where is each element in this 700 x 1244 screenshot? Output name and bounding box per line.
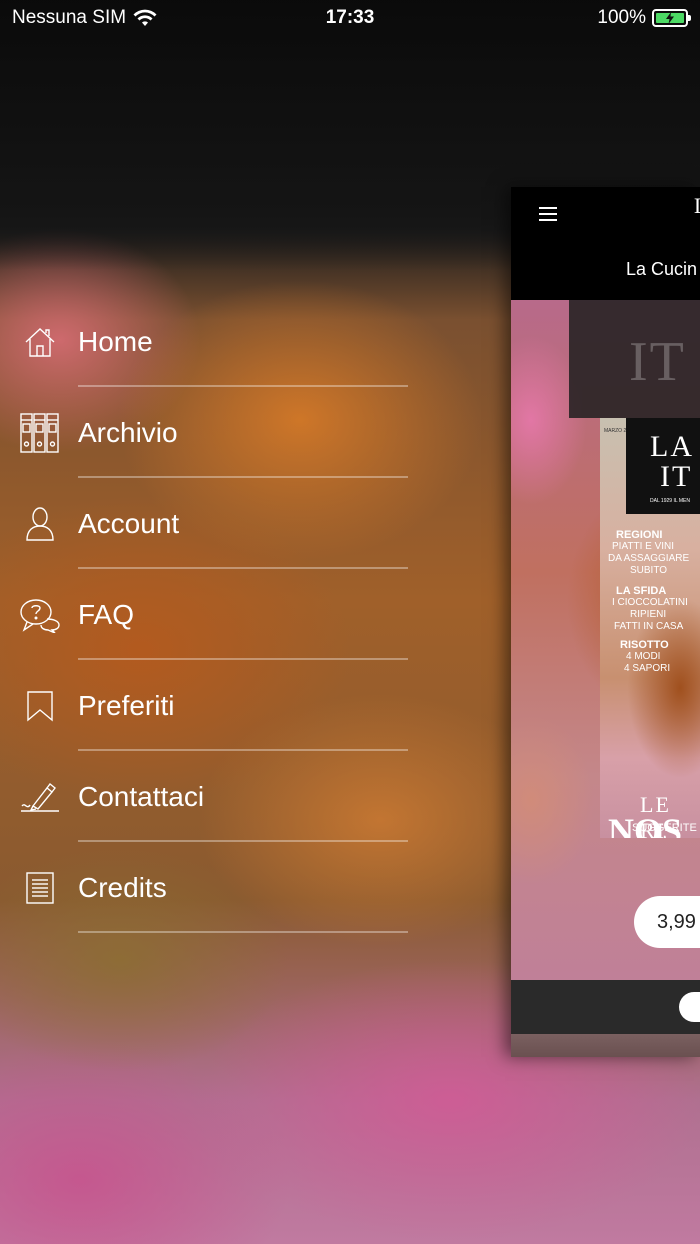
carrier-label: Nessuna SIM: [12, 7, 127, 28]
menu-label-contattaci: Contattaci: [78, 780, 205, 812]
menu-label-credits: Credits: [78, 871, 167, 903]
cover-masthead: LA IT DAL 1929 IL MEN: [626, 418, 700, 514]
cover-masthead-1: LA: [650, 430, 694, 463]
menu-item-account[interactable]: Account: [0, 478, 420, 569]
home-icon: [18, 320, 62, 364]
menu-divider: [78, 931, 408, 933]
main-screen-preview[interactable]: L La Cucin IT MARZO 2021 LA IT DAL 1929 …: [511, 187, 700, 1057]
archive-binders-icon: [18, 411, 62, 455]
cover-sfida-title: LA SFIDA: [616, 585, 667, 597]
menu-label-home: Home: [78, 325, 153, 357]
menu-label-account: Account: [78, 507, 180, 539]
cover-regioni-2: DA ASSAGGIARE: [608, 553, 690, 564]
cover-risotto-2: 4 SAPORI: [624, 663, 671, 674]
battery-charging-icon: [652, 9, 691, 27]
menu-item-archivio[interactable]: Archivio: [0, 387, 420, 478]
side-menu: Home Archivio Account FAQ Preferiti Cont…: [0, 296, 420, 933]
price-button[interactable]: 3,99: [634, 896, 700, 948]
pen-sign-icon: [18, 775, 62, 819]
menu-label-preferiti: Preferiti: [78, 689, 175, 721]
user-icon: [18, 502, 62, 546]
menu-item-faq[interactable]: FAQ: [0, 569, 420, 660]
status-left: Nessuna SIM: [12, 7, 158, 29]
background-masthead-blur: IT: [569, 300, 700, 418]
cover-regioni-3: SUBITO: [630, 565, 668, 576]
cover-masthead-2: IT: [660, 460, 693, 493]
cover-sugg: SUGGERITE D: [632, 822, 700, 834]
nav-logo: L: [694, 193, 700, 219]
menu-item-home[interactable]: Home: [0, 296, 420, 387]
menu-item-credits[interactable]: Credits: [0, 842, 420, 933]
bottom-fade: [511, 1034, 700, 1057]
question-bubbles-icon: [18, 593, 62, 637]
cover-since: DAL 1929 IL MEN: [650, 498, 690, 504]
battery-percent: 100%: [597, 7, 646, 28]
cover-risotto-title: RISOTTO: [620, 639, 669, 651]
cover-sfida-2: RIPIENI: [630, 609, 667, 620]
price-label: 3,99: [657, 910, 696, 933]
bottom-bar: [511, 980, 700, 1034]
cover-regioni-title: REGIONI: [616, 529, 663, 541]
cover-regioni-1: PIATTI E VINI: [612, 541, 675, 552]
bookmark-icon: [18, 684, 62, 728]
document-icon: [18, 866, 62, 910]
wifi-icon: [133, 9, 157, 26]
status-right: 100%: [597, 7, 691, 29]
bottom-toggle[interactable]: [679, 992, 700, 1022]
status-bar: Nessuna SIM 17:33 100%: [0, 0, 700, 36]
menu-label-faq: FAQ: [78, 598, 135, 630]
hamburger-menu-icon[interactable]: [539, 207, 557, 221]
magazine-cover[interactable]: MARZO 2021 LA IT DAL 1929 IL MEN REGIONI…: [600, 418, 700, 838]
cover-sfida-3: FATTI IN CASA: [614, 621, 684, 632]
menu-label-archivio: Archivio: [78, 416, 178, 448]
nav-bar: L La Cucin: [511, 187, 700, 300]
nav-title: La Cucin: [626, 259, 698, 279]
menu-item-preferiti[interactable]: Preferiti: [0, 660, 420, 751]
cover-sfida-1: I CIOCCOLATINI: [612, 597, 688, 608]
cover-risotto-1: 4 MODI: [626, 651, 661, 662]
menu-item-contattaci[interactable]: Contattaci: [0, 751, 420, 842]
